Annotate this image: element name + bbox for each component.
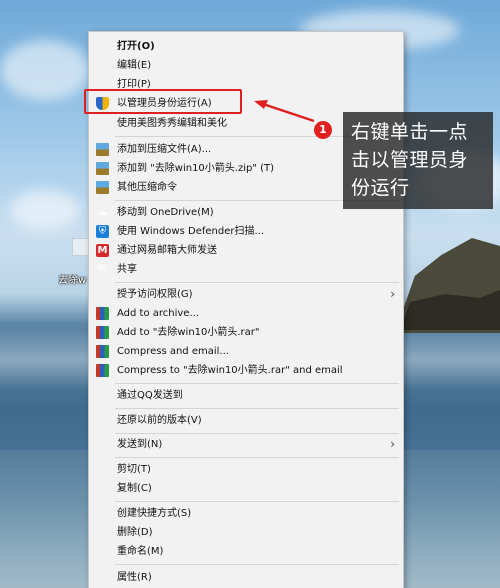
menu-separator [115, 457, 399, 458]
winrar-icon [96, 364, 109, 377]
menu-item-open[interactable]: 打开(O) [89, 37, 403, 56]
menu-item-rename[interactable]: 重命名(M) [89, 542, 403, 561]
menu-item-label: 使用 Windows Defender扫描... [117, 226, 265, 237]
menu-item-label: 授予访问权限(G) [117, 289, 193, 300]
menu-item-cut[interactable]: 剪切(T) [89, 460, 403, 479]
menu-item-label: 复制(C) [117, 483, 152, 494]
menu-item-copy[interactable]: 复制(C) [89, 479, 403, 498]
menu-item-label: 编辑(E) [117, 60, 152, 71]
menu-item-label: 通过QQ发送到 [117, 390, 183, 401]
menu-separator [115, 383, 399, 384]
menu-item-send-via-qq[interactable]: 通过QQ发送到 [89, 386, 403, 405]
menu-item-send-to[interactable]: 发送到(N) › [89, 435, 403, 454]
menu-separator [115, 564, 399, 565]
menu-item-compress-email[interactable]: Compress and email... [89, 342, 403, 361]
mail-icon: M [96, 244, 109, 257]
archive-icon [96, 143, 109, 156]
menu-separator [115, 282, 399, 283]
menu-item-label: 添加到 "去除win10小箭头.zip" (T) [117, 163, 275, 174]
menu-item-defender-scan[interactable]: ⛨ 使用 Windows Defender扫描... [89, 222, 403, 241]
menu-item-label: 还原以前的版本(V) [117, 415, 202, 426]
highlight-box [84, 89, 242, 114]
menu-item-label: Compress and email... [117, 346, 229, 357]
menu-item-label: Add to archive... [117, 308, 199, 319]
menu-separator [115, 433, 399, 434]
winrar-icon [96, 345, 109, 358]
archive-icon [96, 162, 109, 175]
menu-item-edit[interactable]: 编辑(E) [89, 56, 403, 75]
cloud [0, 40, 90, 100]
menu-item-delete[interactable]: 删除(D) [89, 523, 403, 542]
menu-item-create-shortcut[interactable]: 创建快捷方式(S) [89, 504, 403, 523]
share-icon: ⇱ [98, 264, 107, 275]
menu-item-compress-rar-email[interactable]: Compress to "去除win10小箭头.rar" and email [89, 361, 403, 380]
menu-item-label: 属性(R) [117, 572, 152, 583]
menu-item-add-to-archive[interactable]: Add to archive... [89, 304, 403, 323]
archive-icon [96, 181, 109, 194]
cloud [10, 190, 80, 230]
menu-item-netease-mail[interactable]: M 通过网易邮箱大师发送 [89, 241, 403, 260]
chevron-right-icon: › [390, 437, 395, 451]
menu-item-label: 发送到(N) [117, 439, 163, 450]
menu-item-label: Compress to "去除win10小箭头.rar" and email [117, 365, 343, 376]
instruction-callout: 右键单击一点击以管理员身份运行 [343, 112, 493, 209]
menu-item-label: 其他压缩命令 [117, 182, 177, 193]
menu-item-label: 移动到 OneDrive(M) [117, 207, 214, 218]
menu-item-grant-access[interactable]: 授予访问权限(G) › [89, 285, 403, 304]
menu-item-label: 重命名(M) [117, 546, 164, 557]
menu-separator [115, 501, 399, 502]
winrar-icon [96, 326, 109, 339]
desktop-file-label[interactable]: 去除w 箭头 [58, 274, 92, 288]
defender-icon: ⛨ [96, 225, 109, 238]
step-number-badge: 1 [314, 121, 332, 139]
winrar-icon [96, 307, 109, 320]
menu-item-label: 打开(O) [117, 41, 155, 52]
menu-item-restore-previous[interactable]: 还原以前的版本(V) [89, 411, 403, 430]
chevron-right-icon: › [390, 287, 395, 301]
onedrive-icon: ☁ [97, 207, 108, 218]
menu-item-label: 删除(D) [117, 527, 153, 538]
menu-item-label: 通过网易邮箱大师发送 [117, 245, 217, 256]
menu-separator [115, 408, 399, 409]
menu-item-label: 使用美图秀秀编辑和美化 [117, 118, 227, 129]
menu-item-label: 剪切(T) [117, 464, 151, 475]
menu-item-label: 添加到压缩文件(A)... [117, 144, 212, 155]
menu-item-label: 创建快捷方式(S) [117, 508, 192, 519]
menu-item-add-to-rar[interactable]: Add to "去除win10小箭头.rar" [89, 323, 403, 342]
menu-item-label: Add to "去除win10小箭头.rar" [117, 327, 260, 338]
menu-item-properties[interactable]: 属性(R) [89, 568, 403, 587]
menu-item-share[interactable]: ⇱ 共享 [89, 260, 403, 279]
menu-item-label: 共享 [117, 264, 137, 275]
